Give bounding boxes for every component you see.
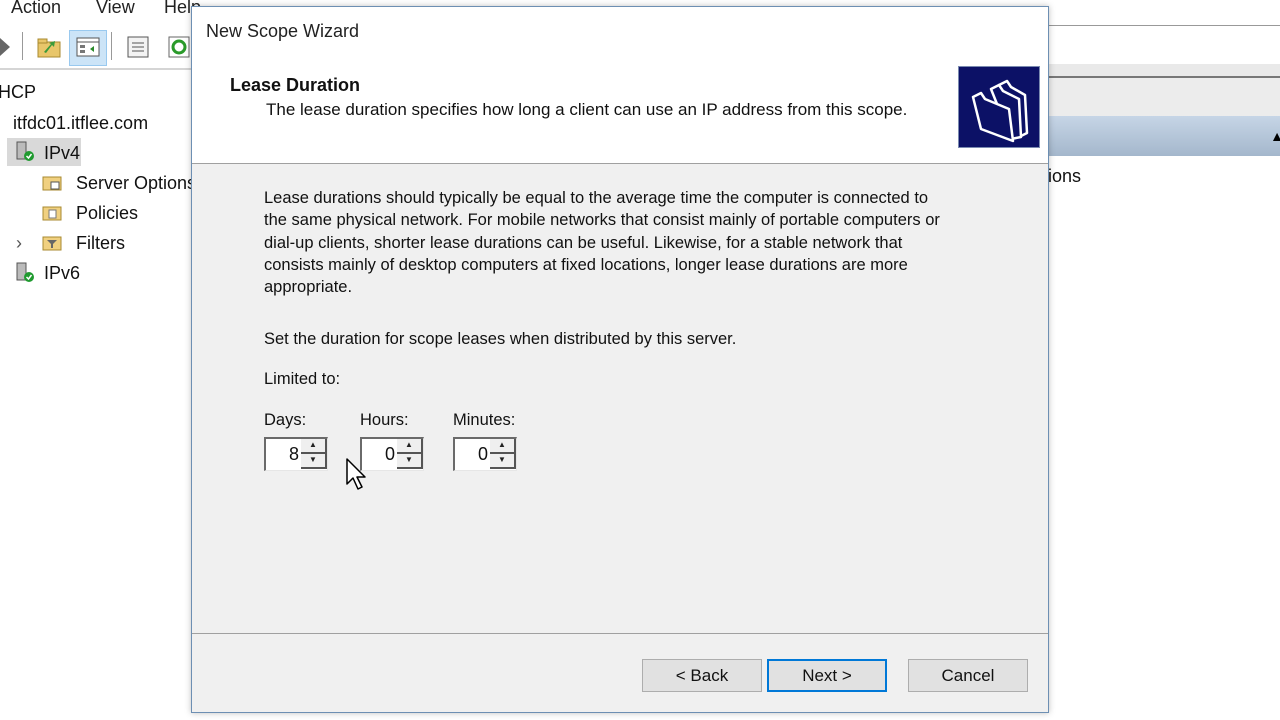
new-scope-wizard-dialog: New Scope Wizard Lease Duration The leas… — [191, 6, 1049, 713]
tree-server[interactable]: itfdc01.itflee.com — [13, 113, 148, 134]
hours-up-arrow-icon[interactable]: ▲ — [397, 439, 423, 454]
menu-action[interactable]: Action — [11, 0, 61, 18]
tree-item-ipv4[interactable]: IPv4 — [44, 143, 80, 164]
mouse-pointer-icon — [346, 458, 366, 490]
hours-spinbox[interactable]: 0 ▲ ▼ — [360, 437, 424, 471]
tree-root-dhcp[interactable]: HCP — [0, 82, 36, 103]
folder-policies-icon — [42, 206, 62, 221]
lease-description: Lease durations should typically be equa… — [264, 189, 940, 297]
server-check-icon — [16, 141, 34, 161]
actions-item-partial[interactable]: ions — [1048, 166, 1081, 187]
hours-down-arrow-icon[interactable]: ▼ — [397, 454, 423, 469]
dialog-title: New Scope Wizard — [206, 21, 360, 41]
back-button[interactable]: < Back — [642, 659, 762, 692]
collapse-arrow-icon[interactable]: ▲ — [1270, 128, 1280, 144]
folder-options-icon — [42, 176, 62, 191]
folder-filter-icon — [42, 236, 62, 251]
console-tree: HCP itfdc01.itflee.com IPv4 Server Optio… — [0, 72, 196, 720]
next-button[interactable]: Next > — [767, 659, 887, 692]
hours-value[interactable]: 0 — [385, 444, 395, 465]
hours-label: Hours: — [360, 411, 409, 429]
actions-header[interactable]: ▲ — [1048, 116, 1280, 156]
actions-pane: ▲ ions — [1048, 25, 1280, 720]
tree-item-policies[interactable]: Policies — [76, 203, 138, 224]
days-label: Days: — [264, 411, 307, 429]
days-up-arrow-icon[interactable]: ▲ — [301, 439, 327, 454]
refresh-icon[interactable] — [166, 34, 192, 60]
minutes-down-arrow-icon[interactable]: ▼ — [490, 454, 516, 469]
footer-divider — [192, 633, 1048, 634]
wizard-folders-icon — [958, 66, 1040, 148]
pane-header-bar — [1048, 76, 1280, 118]
menu-view[interactable]: View — [96, 0, 135, 18]
toolbar-divider — [22, 32, 23, 60]
minutes-value[interactable]: 0 — [478, 444, 488, 465]
days-value[interactable]: 8 — [289, 444, 299, 465]
page-subheading: The lease duration specifies how long a … — [266, 100, 908, 119]
tree-item-ipv6[interactable]: IPv6 — [44, 263, 80, 284]
cancel-button[interactable]: Cancel — [908, 659, 1028, 692]
tree-item-filters[interactable]: Filters — [76, 233, 125, 254]
pane-strip — [1048, 64, 1280, 76]
tree-item-server-options[interactable]: Server Options — [76, 173, 196, 194]
pane-divider — [1048, 25, 1280, 26]
properties-icon[interactable] — [125, 34, 151, 60]
days-spinbox[interactable]: 8 ▲ ▼ — [264, 437, 328, 471]
wizard-header: New Scope Wizard Lease Duration The leas… — [192, 7, 1048, 164]
days-down-arrow-icon[interactable]: ▼ — [301, 454, 327, 469]
limited-to-label: Limited to: — [264, 370, 341, 388]
up-folder-icon[interactable] — [36, 34, 62, 60]
minutes-up-arrow-icon[interactable]: ▲ — [490, 439, 516, 454]
minutes-label: Minutes: — [453, 411, 516, 429]
expand-chevron-icon[interactable]: › — [16, 233, 22, 254]
show-hide-tree-icon[interactable] — [75, 34, 101, 60]
server-check-icon — [16, 262, 34, 282]
minutes-spinbox[interactable]: 0 ▲ ▼ — [453, 437, 517, 471]
instruction-text: Set the duration for scope leases when d… — [264, 330, 737, 348]
page-heading: Lease Duration — [230, 75, 361, 95]
toolbar-divider — [111, 32, 112, 60]
